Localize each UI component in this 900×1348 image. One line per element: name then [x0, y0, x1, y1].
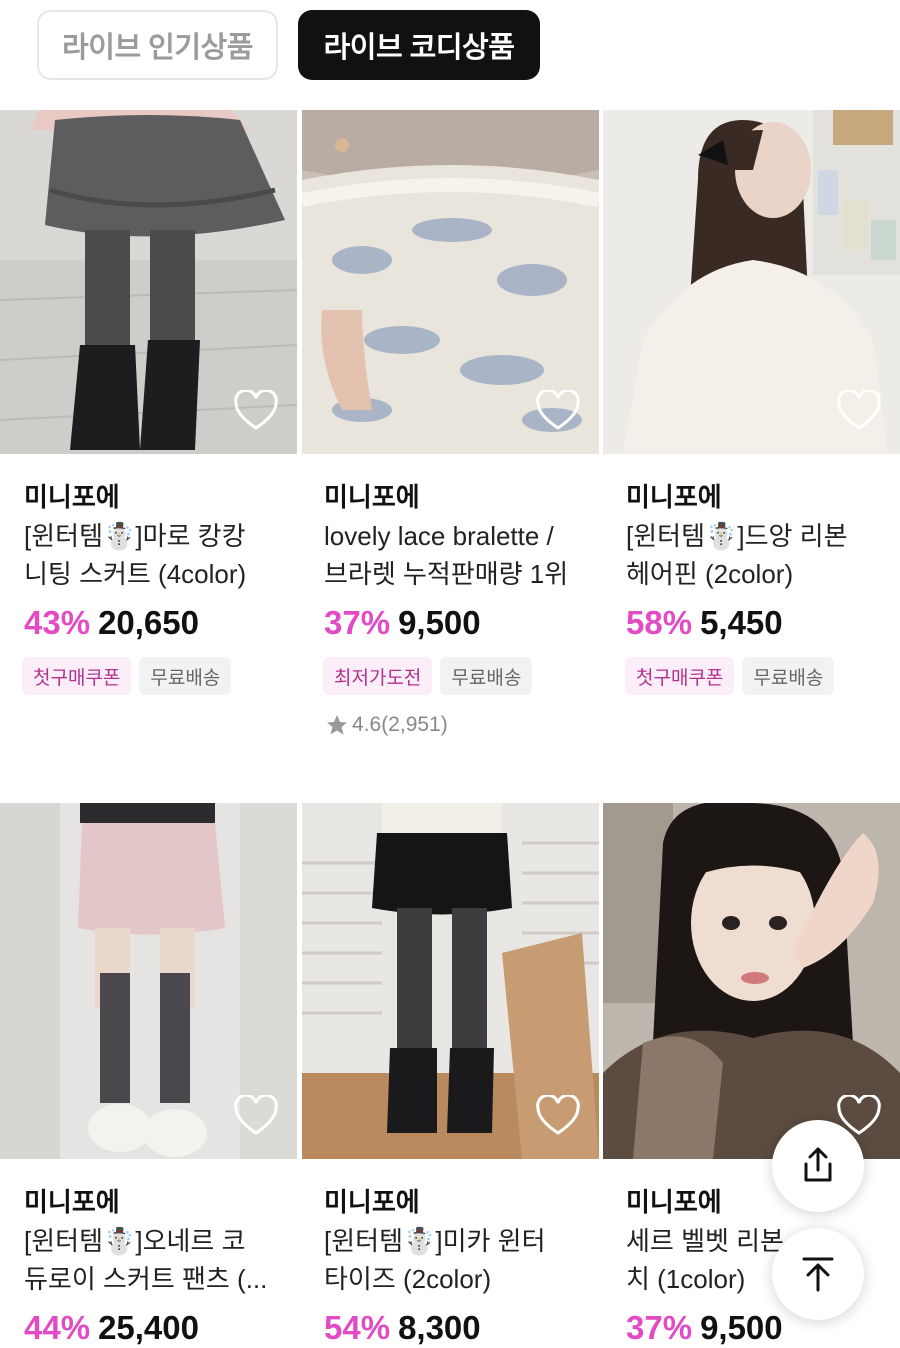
price-row: 43% 20,650	[24, 604, 199, 642]
price-row: 37% 9,500	[626, 1309, 783, 1347]
discount-rate: 37%	[626, 1309, 693, 1346]
discount-rate: 43%	[24, 604, 91, 641]
discount-rate: 58%	[626, 604, 693, 641]
product-brand: 미니포에	[324, 482, 420, 512]
product-brand: 미니포에	[24, 482, 120, 512]
coupon-badge: 첫구매쿠폰	[22, 657, 132, 695]
product-brand: 미니포에	[626, 482, 722, 512]
product-brand: 미니포에	[24, 1187, 120, 1217]
badge-group: 최저가도전 무료배송	[323, 657, 533, 695]
coupon-badge: 첫구매쿠폰	[625, 657, 735, 695]
heart-outline-icon[interactable]	[535, 1095, 581, 1137]
product-image[interactable]	[302, 110, 599, 454]
price: 25,400	[98, 1309, 199, 1346]
price-row: 37% 9,500	[324, 604, 481, 642]
product-image[interactable]	[0, 110, 297, 454]
price-row: 58% 5,450	[626, 604, 783, 642]
tab-live-popular[interactable]: 라이브 인기상품	[37, 10, 278, 80]
heart-outline-icon[interactable]	[233, 390, 279, 432]
free-shipping-badge: 무료배송	[742, 657, 835, 695]
product-brand: 미니포에	[324, 1187, 420, 1217]
discount-rate: 54%	[324, 1309, 391, 1346]
tab-live-coordi[interactable]: 라이브 코디상품	[298, 10, 540, 80]
product-card[interactable]: 미니포에 [윈터템☃️]드앙 리본 헤어핀 (2color) 58% 5,450 …	[603, 110, 900, 790]
product-title[interactable]: [윈터템☃️]드앙 리본 헤어핀 (2color)	[626, 517, 891, 593]
free-shipping-badge: 무료배송	[440, 657, 533, 695]
product-card[interactable]: 미니포에 [윈터템☃️]오네르 코 듀로이 스커트 팬츠 (... 44% 25,…	[0, 803, 297, 1348]
price: 8,300	[398, 1309, 481, 1346]
heart-outline-icon[interactable]	[836, 390, 882, 432]
product-title[interactable]: [윈터템☃️]미카 윈터 타이즈 (2color)	[324, 1222, 589, 1298]
arrow-up-to-top-icon	[802, 1257, 834, 1292]
rating: 4.6(2,951)	[326, 713, 448, 737]
scroll-to-top-button[interactable]	[772, 1228, 864, 1320]
share-button[interactable]	[772, 1120, 864, 1212]
product-image[interactable]	[302, 803, 599, 1159]
heart-outline-icon[interactable]	[233, 1095, 279, 1137]
product-title[interactable]: [윈터템☃️]마로 캉캉 니팅 스커트 (4color)	[24, 517, 289, 593]
price: 9,500	[700, 1309, 783, 1346]
price: 20,650	[98, 604, 199, 641]
product-brand: 미니포에	[626, 1187, 722, 1217]
product-title[interactable]: [윈터템☃️]오네르 코 듀로이 스커트 팬츠 (...	[24, 1222, 289, 1298]
product-title[interactable]: lovely lace bralette / 브라렛 누적판매량 1위	[324, 517, 589, 593]
price: 5,450	[700, 604, 783, 641]
share-icon	[804, 1147, 832, 1182]
product-image[interactable]	[603, 803, 900, 1159]
product-image[interactable]	[0, 803, 297, 1159]
product-card[interactable]: 미니포에 lovely lace bralette / 브라렛 누적판매량 1위…	[302, 110, 599, 790]
discount-rate: 37%	[324, 604, 391, 641]
product-card[interactable]: 미니포에 [윈터템☃️]미카 윈터 타이즈 (2color) 54% 8,300	[302, 803, 599, 1348]
lowest-price-badge: 최저가도전	[323, 657, 433, 695]
badge-group: 첫구매쿠폰 무료배송	[22, 657, 232, 695]
price-row: 44% 25,400	[24, 1309, 199, 1347]
heart-outline-icon[interactable]	[535, 390, 581, 432]
product-card[interactable]: 미니포에 [윈터템☃️]마로 캉캉 니팅 스커트 (4color) 43% 20,…	[0, 110, 297, 790]
discount-rate: 44%	[24, 1309, 91, 1346]
tab-bar: 라이브 인기상품 라이브 코디상품	[0, 0, 900, 110]
price: 9,500	[398, 604, 481, 641]
badge-group: 첫구매쿠폰 무료배송	[625, 657, 835, 695]
product-image[interactable]	[603, 110, 900, 454]
price-row: 54% 8,300	[324, 1309, 481, 1347]
star-icon	[327, 715, 347, 735]
free-shipping-badge: 무료배송	[139, 657, 232, 695]
